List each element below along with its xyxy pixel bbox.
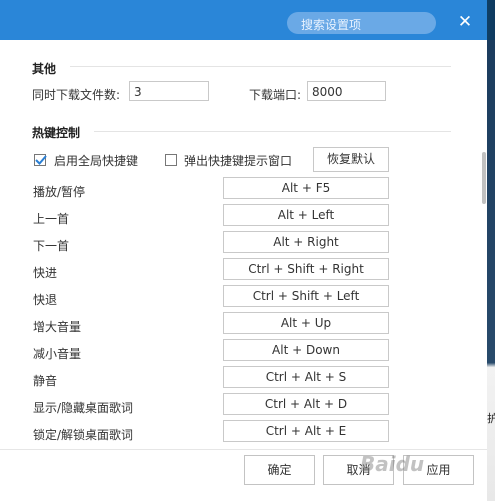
- hotkey-input[interactable]: Alt + Up: [223, 312, 389, 334]
- divider: [94, 131, 451, 132]
- divider: [70, 66, 451, 67]
- hotkey-input[interactable]: Alt + F5: [223, 177, 389, 199]
- dialog-titlebar: ✕: [0, 0, 487, 40]
- close-button[interactable]: ✕: [455, 12, 475, 32]
- scrollbar-track[interactable]: [481, 40, 487, 449]
- settings-dialog: ✕ 其他 同时下载文件数: 下载端口: 热键控制 启用全局快捷键 弹出快捷键提示…: [0, 0, 487, 501]
- hotkey-input[interactable]: Alt + Right: [223, 231, 389, 253]
- enable-global-hotkeys-checkbox[interactable]: [34, 154, 47, 166]
- download-port-label: 下载端口:: [249, 88, 302, 102]
- close-icon: ✕: [457, 12, 473, 32]
- concurrent-downloads-label: 同时下载文件数:: [32, 88, 121, 102]
- hotkey-action-label: 下一首: [33, 239, 70, 253]
- hotkey-action-label: 减小音量: [33, 347, 82, 361]
- concurrent-downloads-field[interactable]: [129, 81, 209, 101]
- hotkey-action-label: 锁定/解锁桌面歌词: [33, 428, 134, 442]
- popup-hotkey-hint-checkbox[interactable]: [165, 154, 177, 166]
- hotkey-input[interactable]: Ctrl + Shift + Left: [223, 285, 389, 307]
- hotkey-action-label: 增大音量: [33, 320, 82, 334]
- hotkey-input[interactable]: Ctrl + Alt + E: [223, 420, 389, 442]
- settings-search-input[interactable]: [287, 12, 436, 34]
- hotkey-action-label: 静音: [33, 374, 58, 388]
- watermark: Baidu: [360, 452, 425, 476]
- ok-button[interactable]: 确定: [244, 455, 315, 485]
- enable-global-hotkeys-label: 启用全局快捷键: [54, 154, 139, 168]
- hotkey-action-label: 快进: [33, 266, 58, 280]
- hotkey-action-label: 快退: [33, 293, 58, 307]
- popup-hotkey-hint-label: 弹出快捷键提示窗口: [184, 154, 293, 168]
- hotkey-input[interactable]: Ctrl + Shift + Right: [223, 258, 389, 280]
- background-edge-text: 护: [487, 412, 495, 425]
- hotkey-input[interactable]: Ctrl + Alt + D: [223, 393, 389, 415]
- restore-default-button[interactable]: 恢复默认: [313, 147, 389, 172]
- download-port-field[interactable]: [307, 81, 386, 101]
- hotkey-action-label: 显示/隐藏桌面歌词: [33, 401, 134, 415]
- section-title-hotkeys: 热键控制: [32, 126, 81, 140]
- background-app-edge: [487, 40, 495, 501]
- scrollbar-thumb[interactable]: [482, 152, 486, 204]
- hotkey-input[interactable]: Alt + Left: [223, 204, 389, 226]
- hotkey-input[interactable]: Alt + Down: [223, 339, 389, 361]
- hotkey-input[interactable]: Ctrl + Alt + S: [223, 366, 389, 388]
- hotkey-action-label: 播放/暂停: [33, 185, 86, 199]
- section-title-other: 其他: [32, 62, 57, 76]
- check-icon: [35, 155, 47, 165]
- hotkey-action-label: 上一首: [33, 212, 70, 226]
- settings-content: 其他 同时下载文件数: 下载端口: 热键控制 启用全局快捷键 弹出快捷键提示窗口…: [0, 40, 487, 449]
